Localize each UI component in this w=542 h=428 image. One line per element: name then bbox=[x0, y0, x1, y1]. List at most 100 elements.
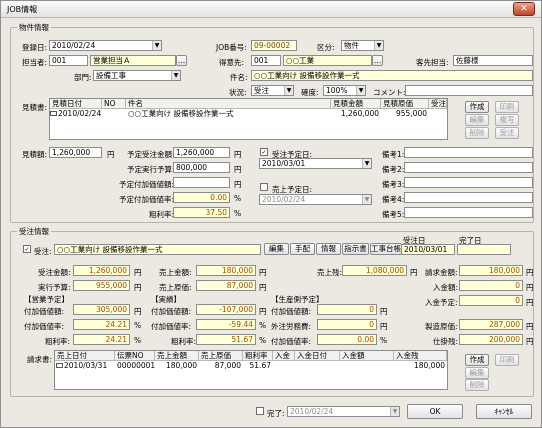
juchubi-field[interactable]: 2010/03/01 bbox=[401, 244, 455, 255]
s-fuka-field[interactable]: 0 bbox=[317, 304, 377, 315]
j-arari-field[interactable]: 51.67 bbox=[196, 334, 256, 345]
biko1-field[interactable] bbox=[404, 147, 533, 158]
juchu-kin-field[interactable]: 1,260,000 bbox=[73, 265, 130, 276]
juchu-yotei-select[interactable]: 2010/03/01 ▼ bbox=[259, 158, 372, 169]
biko5-field[interactable] bbox=[404, 207, 533, 218]
uriage-gen-field[interactable]: 87,000 bbox=[196, 280, 256, 291]
reg-date-select[interactable]: 2010/02/24 ▼ bbox=[49, 40, 162, 51]
cancel-button[interactable]: ｷｬﾝｾﾙ bbox=[476, 404, 532, 419]
kanryo-checkbox[interactable] bbox=[256, 407, 264, 415]
tokui-name-field[interactable]: ○○工業 bbox=[283, 55, 372, 66]
estimate-list[interactable]: 見積日付 NO 件名 見積金額 見積原価 受注 2010/02/24 ○○工業向… bbox=[49, 98, 448, 140]
invoice-create-button[interactable]: 作成 bbox=[465, 354, 489, 366]
kanryo-date-value: 2010/02/24 bbox=[290, 407, 334, 416]
table-row[interactable]: 2010/03/31 00000001 180,000 87,000 51.67… bbox=[55, 361, 447, 371]
yen-unit: 円 bbox=[410, 268, 418, 277]
nyukin-yotei-field[interactable]: 0 bbox=[459, 295, 523, 306]
kubun-select[interactable]: 物件 ▼ bbox=[341, 40, 384, 51]
j-fukaritsu-label: 付加価値率: bbox=[151, 322, 192, 331]
kyaku-field[interactable]: 佐藤様 bbox=[453, 55, 533, 66]
uriage-zan-field[interactable]: 1,080,000 bbox=[342, 265, 407, 276]
estimate-edit-button[interactable]: 編集 bbox=[465, 114, 489, 126]
yotei-fuka-field[interactable] bbox=[173, 177, 230, 188]
reg-date-label: 登録日: bbox=[22, 43, 48, 52]
tab-tehai[interactable]: 手配 bbox=[290, 243, 315, 255]
tokui-lookup-button[interactable]: … bbox=[372, 55, 383, 66]
kanryo-field[interactable] bbox=[457, 244, 511, 255]
invoice-cell-cost: 87,000 bbox=[214, 361, 241, 370]
estimate-delete-button[interactable]: 削除 bbox=[465, 127, 489, 139]
yotei-juchu-field[interactable]: 1,260,000 bbox=[173, 147, 230, 158]
estimate-order-button[interactable]: 受注 bbox=[495, 127, 519, 139]
j-fuka-label: 付加価値額: bbox=[151, 307, 192, 316]
j-fukaritsu-field[interactable]: -59.44 bbox=[196, 319, 256, 330]
estimate-create-button[interactable]: 作成 bbox=[465, 101, 489, 113]
gaichu-field[interactable]: 0 bbox=[317, 319, 377, 330]
biko2-field[interactable] bbox=[404, 162, 533, 173]
j-fuka-field[interactable]: -107,000 bbox=[196, 304, 256, 315]
seikyu-kin-field[interactable]: 180,000 bbox=[459, 265, 523, 276]
tab-edit[interactable]: 編集 bbox=[264, 243, 289, 255]
shikakari-field[interactable]: 200,000 bbox=[459, 334, 523, 345]
bumon-select[interactable]: 設備工事 ▼ bbox=[93, 70, 181, 81]
juchu-yotei-checkbox[interactable]: ✓ bbox=[260, 148, 268, 156]
tanto-code-field[interactable]: 001 bbox=[49, 55, 88, 66]
juchu-kenmei-field[interactable]: ○○工業向け 設備移設作業一式 bbox=[54, 244, 261, 255]
percent-unit: % bbox=[380, 336, 388, 345]
uriage-kin-field[interactable]: 180,000 bbox=[196, 265, 256, 276]
chevron-down-icon: ▼ bbox=[152, 41, 161, 50]
tokui-code-field[interactable]: 001 bbox=[251, 55, 281, 66]
yen-unit: 円 bbox=[380, 307, 388, 316]
e-fukaritsu-field[interactable]: 24.21 bbox=[73, 319, 130, 330]
kyaku-label: 客先担当: bbox=[416, 58, 449, 67]
tanto-lookup-button[interactable]: … bbox=[176, 55, 187, 66]
tanto-name-field[interactable]: 営業担当Ａ bbox=[90, 55, 176, 66]
biko2-label: 備考2: bbox=[382, 165, 405, 174]
row-icon bbox=[50, 111, 57, 116]
jikko-field[interactable]: 955,000 bbox=[73, 280, 130, 291]
seizo-field[interactable]: 287,000 bbox=[459, 319, 523, 330]
e-arari-field[interactable]: 24.21 bbox=[73, 334, 130, 345]
invoice-list[interactable]: 売上日付 伝票NO 売上金額 売上原価 粗利率 入金 入金日付 入金額 入金残 … bbox=[54, 350, 448, 390]
close-button[interactable]: ✕ bbox=[513, 2, 535, 16]
invoice-delete-button[interactable]: 削除 bbox=[465, 379, 489, 391]
nyukin-field[interactable]: 0 bbox=[459, 280, 523, 291]
percent-unit: % bbox=[134, 336, 142, 345]
biko3-field[interactable] bbox=[404, 177, 533, 188]
arari-field[interactable]: 37.50 bbox=[173, 207, 230, 218]
comment-field[interactable] bbox=[405, 85, 533, 96]
jokyo-select[interactable]: 受注 ▼ bbox=[251, 85, 294, 96]
yotei-jikko-field[interactable]: 800,000 bbox=[173, 162, 230, 173]
kakudo-select[interactable]: 100% ▼ bbox=[323, 85, 366, 96]
eigyo-label: 【営業予定】 bbox=[24, 295, 69, 304]
tab-shijisho[interactable]: 指示書 bbox=[342, 243, 369, 255]
estimate-col-cost: 見積原価 bbox=[381, 99, 429, 108]
estimate-print-button[interactable]: 印刷 bbox=[495, 101, 519, 113]
yen-unit: 円 bbox=[134, 268, 142, 277]
chevron-down-icon: ▼ bbox=[374, 41, 383, 50]
s-fuka2-field[interactable]: 0.00 bbox=[317, 334, 377, 345]
ok-button[interactable]: OK bbox=[407, 404, 463, 419]
e-fuka-field[interactable]: 305,000 bbox=[73, 304, 130, 315]
uriage-yotei-checkbox[interactable] bbox=[260, 183, 268, 191]
estimate-cell-amount: 1,260,000 bbox=[340, 109, 379, 118]
yotei-fukaritsu-field[interactable]: 0.00 bbox=[173, 192, 230, 203]
tab-kouji-daicho[interactable]: 工事台帳 bbox=[370, 243, 402, 255]
kanryo-date-select[interactable]: 2010/02/24 ▼ bbox=[287, 406, 400, 417]
mitsu-amt-field[interactable]: 1,260,000 bbox=[49, 147, 102, 158]
kenmei-field[interactable]: ○○工業向け 設備移設作業一式 bbox=[251, 70, 533, 81]
job-no-field[interactable]: 09-00002 bbox=[251, 40, 297, 51]
table-row[interactable]: 2010/02/24 ○○工業向け 設備移設作業一式 1,260,000 955… bbox=[50, 109, 447, 119]
invoice-edit-button[interactable]: 編集 bbox=[465, 367, 489, 379]
juchu-checkbox[interactable]: ✓ bbox=[23, 245, 31, 253]
shikakari-label: 仕掛残: bbox=[433, 337, 459, 346]
yen-unit: 円 bbox=[259, 268, 267, 277]
kubun-label: 区分: bbox=[317, 43, 335, 52]
invoice-print-button[interactable]: 印刷 bbox=[495, 354, 519, 366]
estimate-copy-button[interactable]: 複写 bbox=[495, 114, 519, 126]
uriage-zan-label: 売上残: bbox=[317, 268, 343, 277]
estimate-cell-cost: 955,000 bbox=[395, 109, 427, 118]
uriage-yotei-select[interactable]: 2010/02/24 ▼ bbox=[259, 194, 372, 205]
tab-info[interactable]: 情報 bbox=[316, 243, 341, 255]
biko4-field[interactable] bbox=[404, 192, 533, 203]
